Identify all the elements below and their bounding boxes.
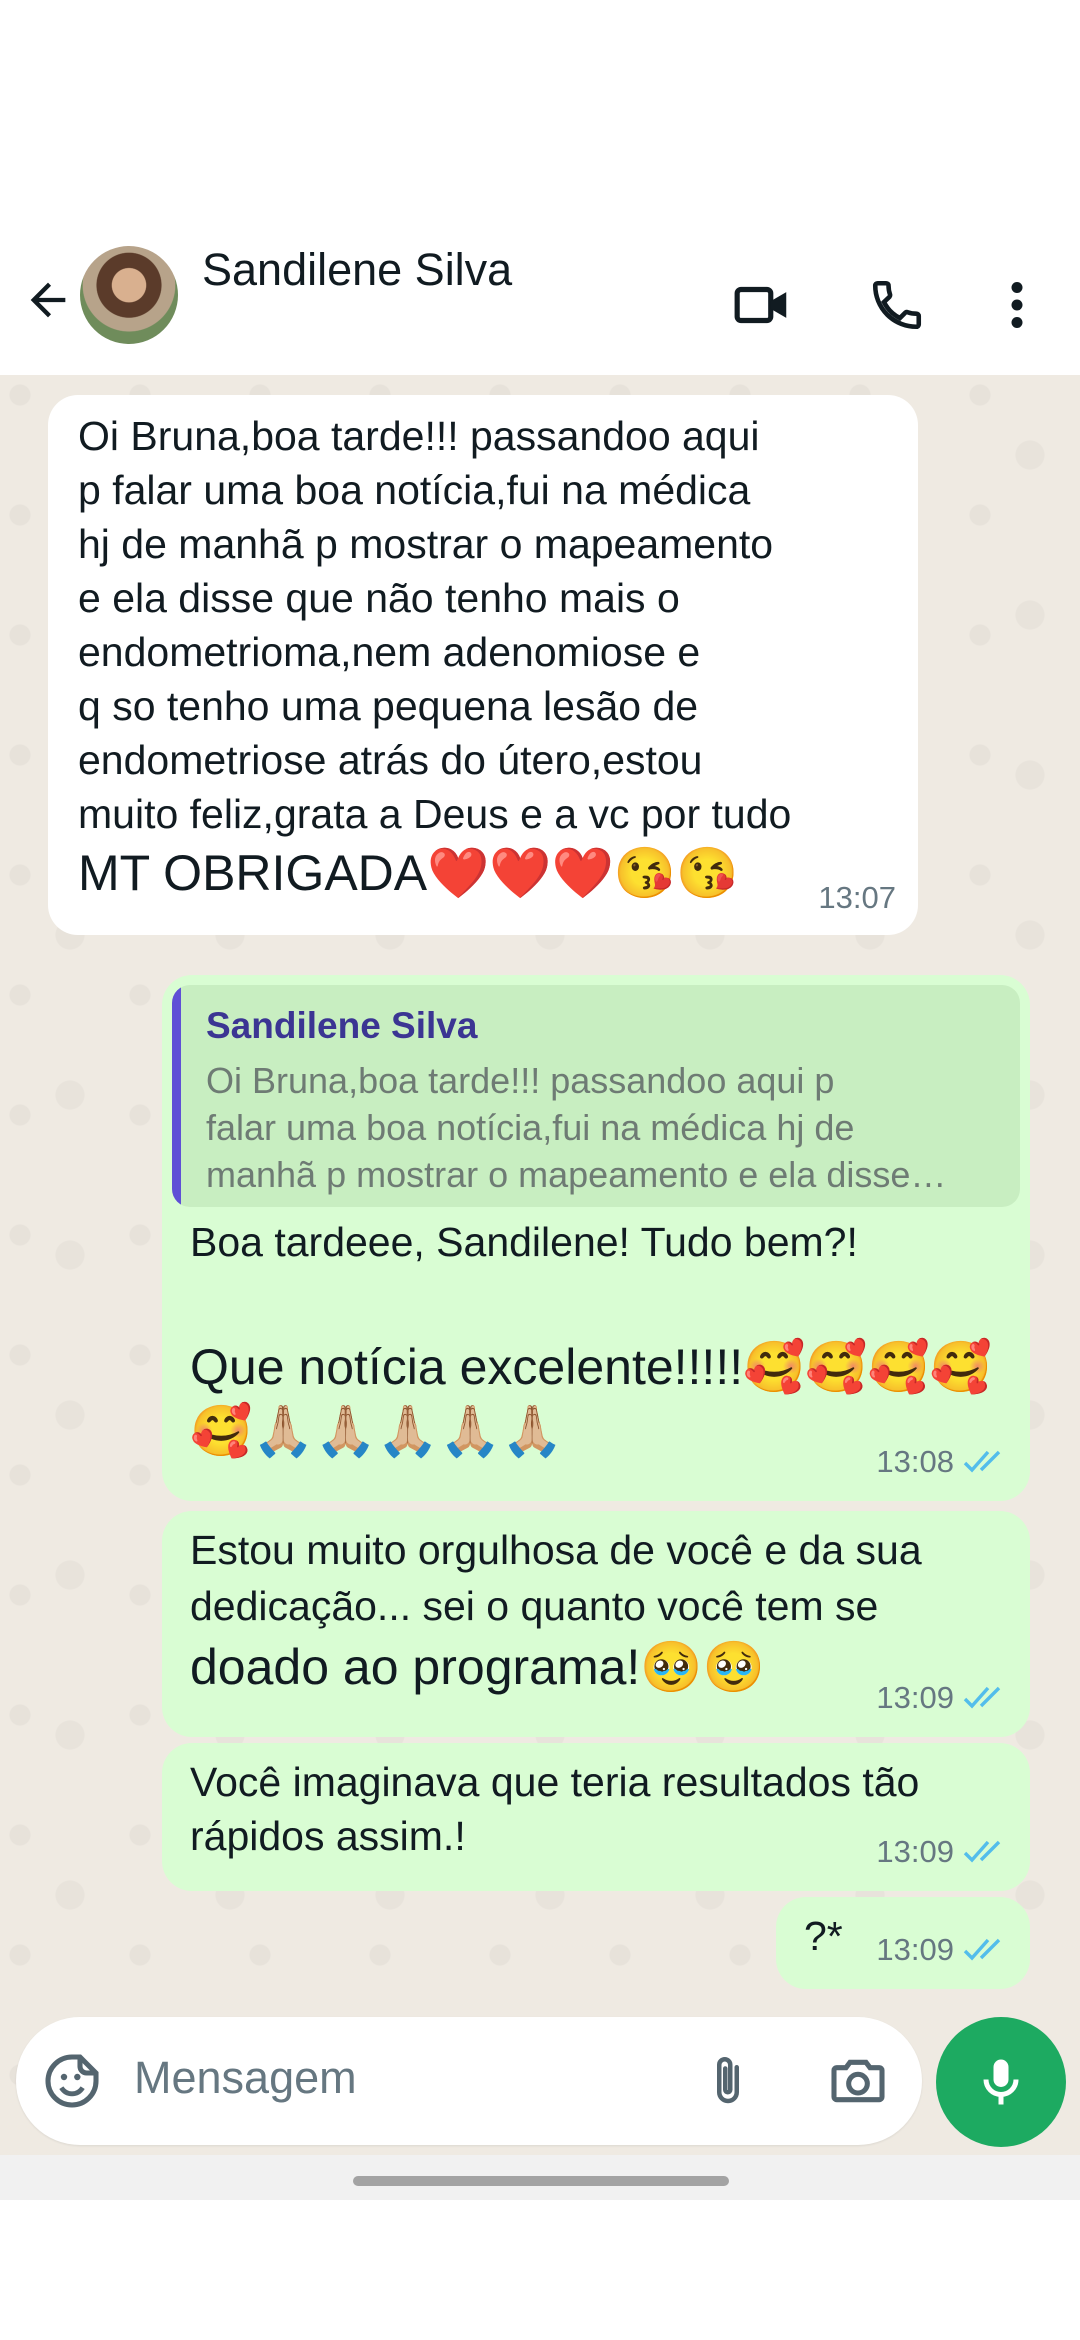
quote-accent-bar [172,985,181,1207]
message-bubble-outgoing[interactable]: Sandilene Silva Oi Bruna,boa tarde!!! pa… [162,975,1030,1501]
message-line: endometrioma,nem adenomiose e [78,629,701,675]
double-check-icon [963,1450,1001,1473]
message-bubble-outgoing[interactable]: Você imaginava que teria resultados tão … [162,1743,1030,1891]
arrow-left-icon [30,282,66,318]
menu-button[interactable] [982,270,1052,340]
message-text: Oi Bruna,boa tarde!!! passandoo aqui p f… [78,409,908,905]
time-label: 13:07 [818,880,896,915]
message-line: e ela disse que não tenho mais o [78,575,680,621]
video-call-button[interactable] [728,270,798,340]
message-line: hj de manhã p mostrar o mapeamento [78,521,774,567]
paperclip-icon [717,2057,739,2104]
navigation-bar-area [0,2200,1080,2340]
message-time: 13:09 [876,1923,1008,1977]
message-composer[interactable]: Mensagem [16,2017,922,2145]
avatar[interactable] [80,246,178,344]
message-input[interactable]: Mensagem [134,2052,357,2104]
message-line: MT OBRIGADA❤️❤️❤️😘😘 [78,845,739,901]
message-line: muito feliz,grata a Deus e a vc por tudo [78,791,792,837]
message-time: 13:09 [876,1671,1008,1725]
message-line: Estou muito orgulhosa de você e da sua [190,1527,922,1573]
phone-icon [872,280,922,330]
sticker-button[interactable] [40,2049,104,2113]
message-line: endometriose atrás do útero,estou [78,737,703,783]
double-check-icon [963,1686,1001,1709]
message-line: Oi Bruna,boa tarde!!! passandoo aqui [78,413,760,459]
message-line: Que notícia excelente!!!!!🥰🥰🥰🥰 [190,1339,993,1395]
message-bubble-outgoing[interactable]: ?* 13:09 [776,1897,1030,1989]
quote-line: manhã p mostrar o mapeamento e ela disse… [206,1154,947,1195]
camera-icon [831,2059,885,2103]
quoted-message[interactable]: Sandilene Silva Oi Bruna,boa tarde!!! pa… [172,985,1020,1207]
status-bar-area [0,0,1080,240]
video-camera-icon [734,286,787,324]
back-button[interactable] [18,270,78,330]
message-line [190,1275,1010,1335]
double-check-icon [963,1938,1001,1961]
time-label: 13:08 [876,1444,954,1479]
quote-line: Oi Bruna,boa tarde!!! passandoo aqui p [206,1060,835,1101]
time-label: 13:09 [876,1680,954,1715]
double-check-icon [963,1840,1001,1863]
message-text: Boa tardeee, Sandilene! Tudo bem?! Que n… [190,1215,1010,1463]
time-label: 13:09 [876,1932,954,1967]
message-time: 13:07 [818,871,896,925]
message-line: p falar uma boa notícia,fui na médica [78,467,751,513]
message-bubble-outgoing[interactable]: Estou muito orgulhosa de você e da sua d… [162,1511,1030,1737]
message-line: Você imaginava que teria resultados tão [190,1759,920,1805]
chat-header: Sandilene Silva [0,240,1080,375]
voice-call-button[interactable] [862,270,932,340]
message-time: 13:09 [876,1825,1008,1879]
chat-area[interactable]: Oi Bruna,boa tarde!!! passandoo aqui p f… [0,375,1080,2155]
message-line: Boa tardeee, Sandilene! Tudo bem?! [190,1219,858,1265]
message-line: q so tenho uma pequena lesão de [78,683,699,729]
more-vertical-icon [1011,282,1023,328]
attach-button[interactable] [698,2047,758,2115]
message-text: ?* [804,1913,843,1959]
quote-text: Oi Bruna,boa tarde!!! passandoo aqui p f… [206,1057,1006,1198]
quote-line: falar uma boa notícia,fui na médica hj d… [206,1107,855,1148]
sticker-icon [45,2054,99,2108]
quote-author: Sandilene Silva [206,1005,478,1046]
home-indicator[interactable] [353,2176,729,2186]
microphone-button[interactable] [936,2017,1066,2147]
message-time: 13:08 [876,1435,1008,1489]
camera-button[interactable] [824,2049,892,2113]
message-bubble-incoming[interactable]: Oi Bruna,boa tarde!!! passandoo aqui p f… [48,395,918,935]
contact-name[interactable]: Sandilene Silva [202,244,512,296]
time-label: 13:09 [876,1834,954,1869]
message-line: dedicação... sei o quanto você tem se [190,1583,879,1629]
microphone-icon [983,2059,1019,2105]
